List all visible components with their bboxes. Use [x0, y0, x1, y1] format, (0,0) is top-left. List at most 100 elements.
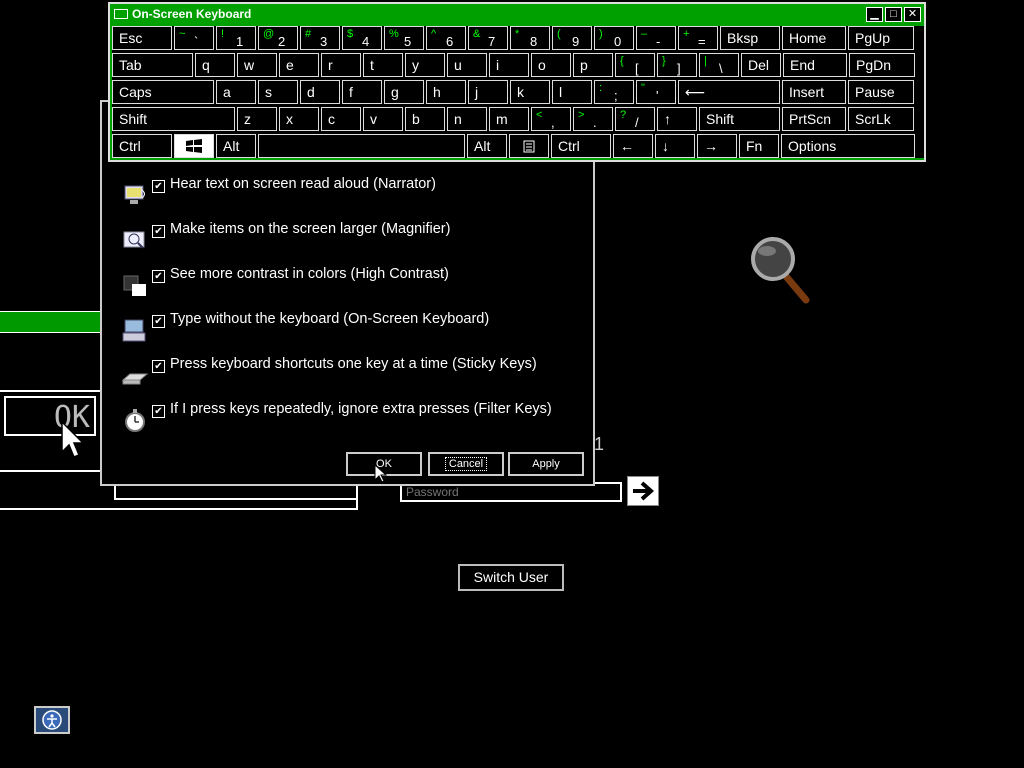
- key-][interactable]: }]: [657, 53, 697, 77]
- key-insert[interactable]: Insert: [782, 80, 846, 104]
- key-esc[interactable]: Esc: [112, 26, 172, 50]
- key-end[interactable]: End: [783, 53, 847, 77]
- option-checkbox[interactable]: ✔: [152, 270, 165, 283]
- option-label: If I press keys repeatedly, ignore extra…: [170, 401, 552, 417]
- key-=[interactable]: + =: [678, 26, 718, 50]
- key-v[interactable]: v: [363, 107, 403, 131]
- key-1[interactable]: ! 1: [216, 26, 256, 50]
- key-shift[interactable]: Shift: [112, 107, 235, 131]
- key-h[interactable]: h: [426, 80, 466, 104]
- key-alt[interactable]: Alt: [467, 134, 507, 158]
- key-`[interactable]: ~ `: [174, 26, 214, 50]
- key-alt[interactable]: Alt: [216, 134, 256, 158]
- key-j[interactable]: j: [468, 80, 508, 104]
- key-caps[interactable]: Caps: [112, 80, 214, 104]
- key-space[interactable]: [258, 134, 465, 158]
- option-checkbox[interactable]: ✔: [152, 360, 165, 373]
- key-m[interactable]: m: [489, 107, 529, 131]
- key-c[interactable]: c: [321, 107, 361, 131]
- key-e[interactable]: e: [279, 53, 319, 77]
- key-shift-glyph: &: [473, 28, 481, 40]
- key-s[interactable]: s: [258, 80, 298, 104]
- key-y[interactable]: y: [405, 53, 445, 77]
- key-tab[interactable]: Tab: [112, 53, 193, 77]
- key-3[interactable]: #3: [300, 26, 340, 50]
- key-del[interactable]: Del: [741, 53, 781, 77]
- key-n[interactable]: n: [447, 107, 487, 131]
- key-[[interactable]: {[: [615, 53, 655, 77]
- key-d[interactable]: d: [300, 80, 340, 104]
- option-checkbox[interactable]: ✔: [152, 315, 165, 328]
- key-f[interactable]: f: [342, 80, 382, 104]
- key-↓[interactable]: ↓: [655, 134, 695, 158]
- key-7[interactable]: & 7: [468, 26, 508, 50]
- key--[interactable]: – -: [636, 26, 676, 50]
- apply-button[interactable]: Apply: [508, 452, 584, 476]
- key-pause[interactable]: Pause: [848, 80, 914, 104]
- key-bksp[interactable]: Bksp: [720, 26, 780, 50]
- key-a[interactable]: a: [216, 80, 256, 104]
- key-9[interactable]: (9: [552, 26, 592, 50]
- key-home[interactable]: Home: [782, 26, 846, 50]
- key-q[interactable]: q: [195, 53, 235, 77]
- key-label: Shift: [706, 111, 735, 127]
- key-ctrl[interactable]: Ctrl: [112, 134, 172, 158]
- key-ctrl[interactable]: Ctrl: [551, 134, 611, 158]
- key-l[interactable]: l: [552, 80, 592, 104]
- maximize-button[interactable]: □: [885, 7, 902, 22]
- key-label: Ctrl: [558, 138, 580, 154]
- key-x[interactable]: x: [279, 107, 319, 131]
- key-→[interactable]: →: [697, 134, 737, 158]
- key-scrlk[interactable]: ScrLk: [848, 107, 914, 131]
- key-t[interactable]: t: [363, 53, 403, 77]
- close-button[interactable]: ✕: [904, 7, 921, 22]
- user-tile-fragment: 1: [594, 434, 605, 454]
- key-b[interactable]: b: [405, 107, 445, 131]
- key-options[interactable]: Options: [781, 134, 915, 158]
- submit-arrow-button[interactable]: [627, 476, 659, 506]
- option-checkbox[interactable]: ✔: [152, 225, 165, 238]
- key-shift-glyph: *: [515, 28, 520, 40]
- key-k[interactable]: k: [510, 80, 550, 104]
- cancel-button[interactable]: Cancel: [428, 452, 504, 476]
- arrow-right-icon: [633, 481, 655, 501]
- key-\[interactable]: | \: [699, 53, 739, 77]
- minimize-button[interactable]: ▁: [866, 7, 883, 22]
- key-z[interactable]: z: [237, 107, 277, 131]
- key-/[interactable]: ? /: [615, 107, 655, 131]
- key-2[interactable]: @2: [258, 26, 298, 50]
- key-pgdn[interactable]: PgDn: [849, 53, 915, 77]
- osk-title-bar[interactable]: On-Screen Keyboard ▁ □ ✕: [110, 4, 924, 26]
- key-w[interactable]: w: [237, 53, 277, 77]
- key-p[interactable]: p: [573, 53, 613, 77]
- key-;[interactable]: :;: [594, 80, 634, 104]
- option-checkbox[interactable]: ✔: [152, 405, 165, 418]
- key-6[interactable]: ^ 6: [426, 26, 466, 50]
- key-menu[interactable]: [509, 134, 549, 158]
- key-4[interactable]: $4: [342, 26, 382, 50]
- key-shift[interactable]: Shift: [699, 107, 780, 131]
- key-,[interactable]: <,: [531, 107, 571, 131]
- key-fn[interactable]: Fn: [739, 134, 779, 158]
- key-prtscn[interactable]: PrtScn: [782, 107, 846, 131]
- key-windows[interactable]: [174, 134, 214, 158]
- switch-user-button[interactable]: Switch User: [458, 564, 564, 591]
- key-g[interactable]: g: [384, 80, 424, 104]
- key-5[interactable]: % 5: [384, 26, 424, 50]
- key-←[interactable]: ←: [613, 134, 653, 158]
- ease-of-access-button[interactable]: [34, 706, 70, 734]
- key-u[interactable]: u: [447, 53, 487, 77]
- option-label: Press keyboard shortcuts one key at a ti…: [170, 356, 537, 372]
- key-↑[interactable]: ↑: [657, 107, 697, 131]
- key-⟵[interactable]: ⟵: [678, 80, 780, 104]
- key-r[interactable]: r: [321, 53, 361, 77]
- key-0[interactable]: ) 0: [594, 26, 634, 50]
- key-8[interactable]: * 8: [510, 26, 550, 50]
- key-i[interactable]: i: [489, 53, 529, 77]
- magnifier-floating-icon[interactable]: [748, 234, 812, 306]
- key-pgup[interactable]: PgUp: [848, 26, 914, 50]
- key-'[interactable]: " ': [636, 80, 676, 104]
- key-o[interactable]: o: [531, 53, 571, 77]
- option-checkbox[interactable]: ✔: [152, 180, 165, 193]
- key-.[interactable]: >.: [573, 107, 613, 131]
